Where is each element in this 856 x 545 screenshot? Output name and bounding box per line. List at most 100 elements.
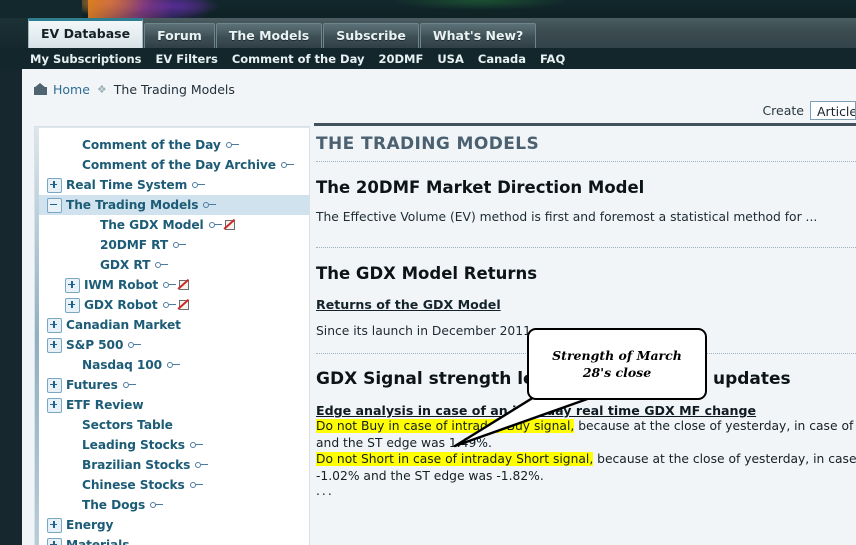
sidebar-item-gdx-rt[interactable]: GDX RT — [39, 255, 309, 275]
heading-gdx-model-returns: The GDX Model Returns — [316, 264, 538, 283]
key-icon — [280, 161, 294, 170]
sidebar-item-label: The Trading Models — [66, 198, 199, 212]
sidebar-item-label: GDX Robot — [84, 298, 158, 312]
subnav-faq[interactable]: FAQ — [540, 52, 565, 66]
sidebar-item-label: Materials — [66, 538, 130, 545]
sidebar-item-iwm-robot[interactable]: IWM Robot — [39, 275, 309, 295]
expand-icon[interactable] — [47, 537, 62, 545]
tab-ev-database[interactable]: EV Database — [28, 18, 144, 48]
subnav-comment-of-the-day[interactable]: Comment of the Day — [232, 52, 365, 66]
sidebar-item-futures[interactable]: Futures — [39, 375, 309, 395]
sidebar-item-gdx-robot[interactable]: GDX Robot — [39, 295, 309, 315]
edge-ellipsis: ... — [316, 484, 334, 498]
key-icon — [173, 241, 187, 250]
subnav-ev-filters[interactable]: EV Filters — [156, 52, 218, 66]
key-icon — [203, 201, 217, 210]
divider-1 — [316, 161, 856, 162]
sidebar-item-label: Nasdaq 100 — [82, 358, 163, 372]
sidebar-item-label: Comment of the Day Archive — [82, 158, 276, 172]
chart-icon — [178, 299, 191, 311]
sidebar-item-brazilian-stocks[interactable]: Brazilian Stocks — [39, 455, 309, 475]
create-label: Create — [762, 103, 804, 118]
expand-icon[interactable] — [65, 297, 80, 313]
breadcrumb-separator-icon: ❖ — [96, 82, 107, 96]
secondary-nav-links: My Subscriptions EV Filters Comment of the… — [0, 52, 565, 66]
breadcrumb: Home ❖ The Trading Models — [22, 76, 856, 102]
sidebar-item-leading-stocks[interactable]: Leading Stocks — [39, 435, 309, 455]
breadcrumb-home-link[interactable]: Home — [53, 82, 90, 97]
sidebar-item-the-gdx-model[interactable]: The GDX Model — [39, 215, 309, 235]
expand-icon[interactable] — [47, 377, 62, 393]
sidebar-item-sectors-table[interactable]: Sectors Table — [39, 415, 309, 435]
sidebar-item-label: S&P 500 — [66, 338, 124, 352]
annotation-callout: Strength of March 28's close — [453, 328, 707, 448]
sidebar-item-label: GDX RT — [100, 258, 151, 272]
tab-subscribe[interactable]: Subscribe — [323, 23, 419, 48]
sidebar-item-real-time-system[interactable]: Real Time System — [39, 175, 309, 195]
edge-line-3: Do not Short in case of intraday Short s… — [316, 451, 856, 468]
home-icon[interactable] — [34, 83, 47, 95]
expand-icon[interactable] — [47, 177, 62, 193]
chart-icon — [224, 219, 237, 231]
sidebar-item-label: Canadian Market — [66, 318, 181, 332]
subnav-usa[interactable]: USA — [437, 52, 464, 66]
sidebar-item-label: The GDX Model — [100, 218, 204, 232]
left-rail — [0, 69, 22, 545]
sidebar-item-label: Comment of the Day — [82, 138, 221, 152]
chart-icon — [178, 279, 191, 291]
key-icon — [162, 301, 176, 310]
sidebar-item-label: The Dogs — [82, 498, 146, 512]
key-icon — [155, 261, 169, 270]
sidebar-item-s-p-500[interactable]: S&P 500 — [39, 335, 309, 355]
content-top-rule — [314, 123, 856, 126]
sidebar-item-comment-of-the-day-archive[interactable]: Comment of the Day Archive — [39, 155, 309, 175]
sidebar-item-label: ETF Review — [66, 398, 144, 412]
sidebar-item-the-trading-models[interactable]: The Trading Models — [39, 195, 309, 215]
breadcrumb-current: The Trading Models — [113, 81, 235, 97]
tab-the-models[interactable]: The Models — [215, 23, 323, 48]
sidebar-item-etf-review[interactable]: ETF Review — [39, 395, 309, 415]
sidebar-item-comment-of-the-day[interactable]: Comment of the Day — [39, 135, 309, 155]
subnav-my-subscriptions[interactable]: My Subscriptions — [30, 52, 142, 66]
key-icon — [128, 341, 142, 350]
key-icon — [167, 361, 181, 370]
sidebar-item-20dmf-rt[interactable]: 20DMF RT — [39, 235, 309, 255]
highlight-do-not-short: Do not Short in case of intraday Short s… — [316, 452, 594, 466]
expand-icon[interactable] — [65, 277, 80, 293]
sidebar-item-the-dogs[interactable]: The Dogs — [39, 495, 309, 515]
expand-icon[interactable] — [47, 397, 62, 413]
expand-icon[interactable] — [47, 337, 62, 353]
sidebar-item-materials[interactable]: Materials — [39, 535, 309, 545]
key-icon — [208, 221, 222, 230]
primary-tabs: EV Database Forum The Models Subscribe What'… — [28, 18, 537, 48]
banner-graphic — [88, 0, 208, 18]
key-icon — [189, 481, 203, 490]
collapse-icon[interactable] — [47, 197, 62, 213]
sidebar-item-nasdaq-100[interactable]: Nasdaq 100 — [39, 355, 309, 375]
subnav-canada[interactable]: Canada — [478, 52, 526, 66]
create-type-select[interactable]: Article — [810, 101, 856, 120]
link-returns-of-the-gdx-model[interactable]: Returns of the GDX Model — [316, 297, 501, 312]
key-icon — [122, 381, 136, 390]
site-banner — [0, 0, 856, 18]
tab-forum[interactable]: Forum — [144, 23, 215, 48]
expand-icon[interactable] — [47, 317, 62, 333]
sidebar-item-chinese-stocks[interactable]: Chinese Stocks — [39, 475, 309, 495]
sidebar-item-canadian-market[interactable]: Canadian Market — [39, 315, 309, 335]
key-icon — [150, 501, 164, 510]
sidebar-item-energy[interactable]: Energy — [39, 515, 309, 535]
expand-icon[interactable] — [47, 517, 62, 533]
page-title: THE TRADING MODELS — [316, 134, 540, 154]
subnav-20dmf[interactable]: 20DMF — [378, 52, 423, 66]
tab-what-s-new[interactable]: What's New? — [419, 23, 537, 48]
callout-text: Strength of March 28's close — [552, 348, 682, 380]
